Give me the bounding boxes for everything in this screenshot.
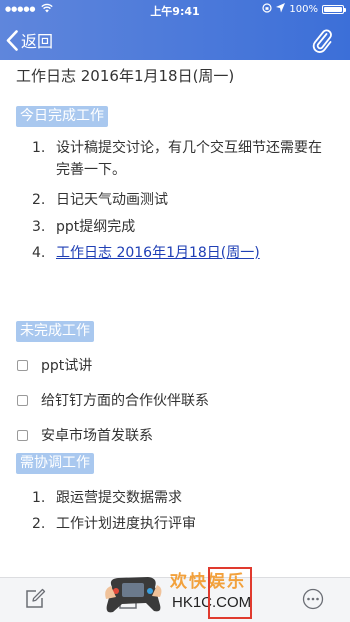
checklist-item: 给钉钉方面的合作伙伴联系 — [17, 389, 209, 411]
list-number: 2. — [32, 516, 46, 532]
list-number: 2. — [32, 192, 46, 208]
checklist-text: 给钉钉方面的合作伙伴联系 — [41, 393, 209, 409]
list-item: 1. 设计稿提交讨论，有几个交互细节还需要在完善一下。 — [32, 137, 332, 181]
edit-icon[interactable] — [24, 588, 46, 614]
battery-icon — [322, 5, 346, 14]
nav-bar: 返回 — [0, 20, 350, 60]
list-text: 日记天气动画测试 — [56, 192, 168, 208]
list-text: ppt提纲完成 — [56, 219, 136, 235]
checklist-item: ppt试讲 — [17, 354, 92, 376]
gamepad-logo — [102, 569, 164, 621]
list-item: 2. 工作计划进度执行评审 — [32, 513, 332, 535]
chevron-left-icon — [6, 29, 18, 51]
battery-percent: 100% — [289, 4, 318, 15]
list-item: 4. 工作日志 2016年1月18日(周一) — [32, 242, 332, 264]
rotation-lock-icon — [262, 3, 273, 16]
checklist-text: 安卓市场首发联系 — [41, 428, 153, 444]
page-title: 工作日志 2016年1月18日(周一) — [16, 67, 235, 85]
section-tag-completed: 今日完成工作 — [16, 106, 108, 127]
list-text: 跟运营提交数据需求 — [56, 490, 182, 506]
back-button[interactable]: 返回 — [6, 28, 53, 52]
list-number: 4. — [32, 245, 46, 261]
list-item: 3. ppt提纲完成 — [32, 216, 332, 238]
status-right: 100% — [262, 3, 346, 16]
checkbox[interactable] — [17, 394, 28, 406]
status-bar: ●●●●● 上午9:41 100% — [0, 0, 350, 20]
watermark-frame — [208, 567, 252, 619]
top-bar: ●●●●● 上午9:41 100% 返回 — [0, 0, 350, 60]
list-number: 1. — [32, 490, 46, 506]
list-item: 1. 跟运营提交数据需求 — [32, 487, 332, 509]
list-number: 1. — [32, 140, 46, 156]
checklist-item: 安卓市场首发联系 — [17, 424, 153, 446]
checklist-text: ppt试讲 — [41, 358, 93, 374]
list-text: 工作计划进度执行评审 — [56, 516, 196, 532]
location-icon — [276, 3, 286, 16]
section-tag-incomplete: 未完成工作 — [16, 321, 94, 342]
back-label: 返回 — [21, 32, 54, 51]
watermark: 欢快娱乐 HK1C.COM — [102, 563, 262, 621]
list-text: 工作日志 2016年1月18日(周一) — [56, 242, 328, 264]
checkbox[interactable] — [17, 359, 28, 371]
paperclip-icon[interactable] — [312, 27, 332, 57]
more-icon[interactable] — [302, 588, 324, 614]
list-number: 3. — [32, 219, 46, 235]
checkbox[interactable] — [17, 429, 28, 441]
section-tag-coordination: 需协调工作 — [16, 453, 94, 474]
note-link[interactable]: 工作日志 2016年1月18日(周一) — [56, 245, 260, 261]
list-text: 设计稿提交讨论，有几个交互细节还需要在完善一下。 — [56, 140, 322, 178]
list-item: 2. 日记天气动画测试 — [32, 189, 332, 211]
